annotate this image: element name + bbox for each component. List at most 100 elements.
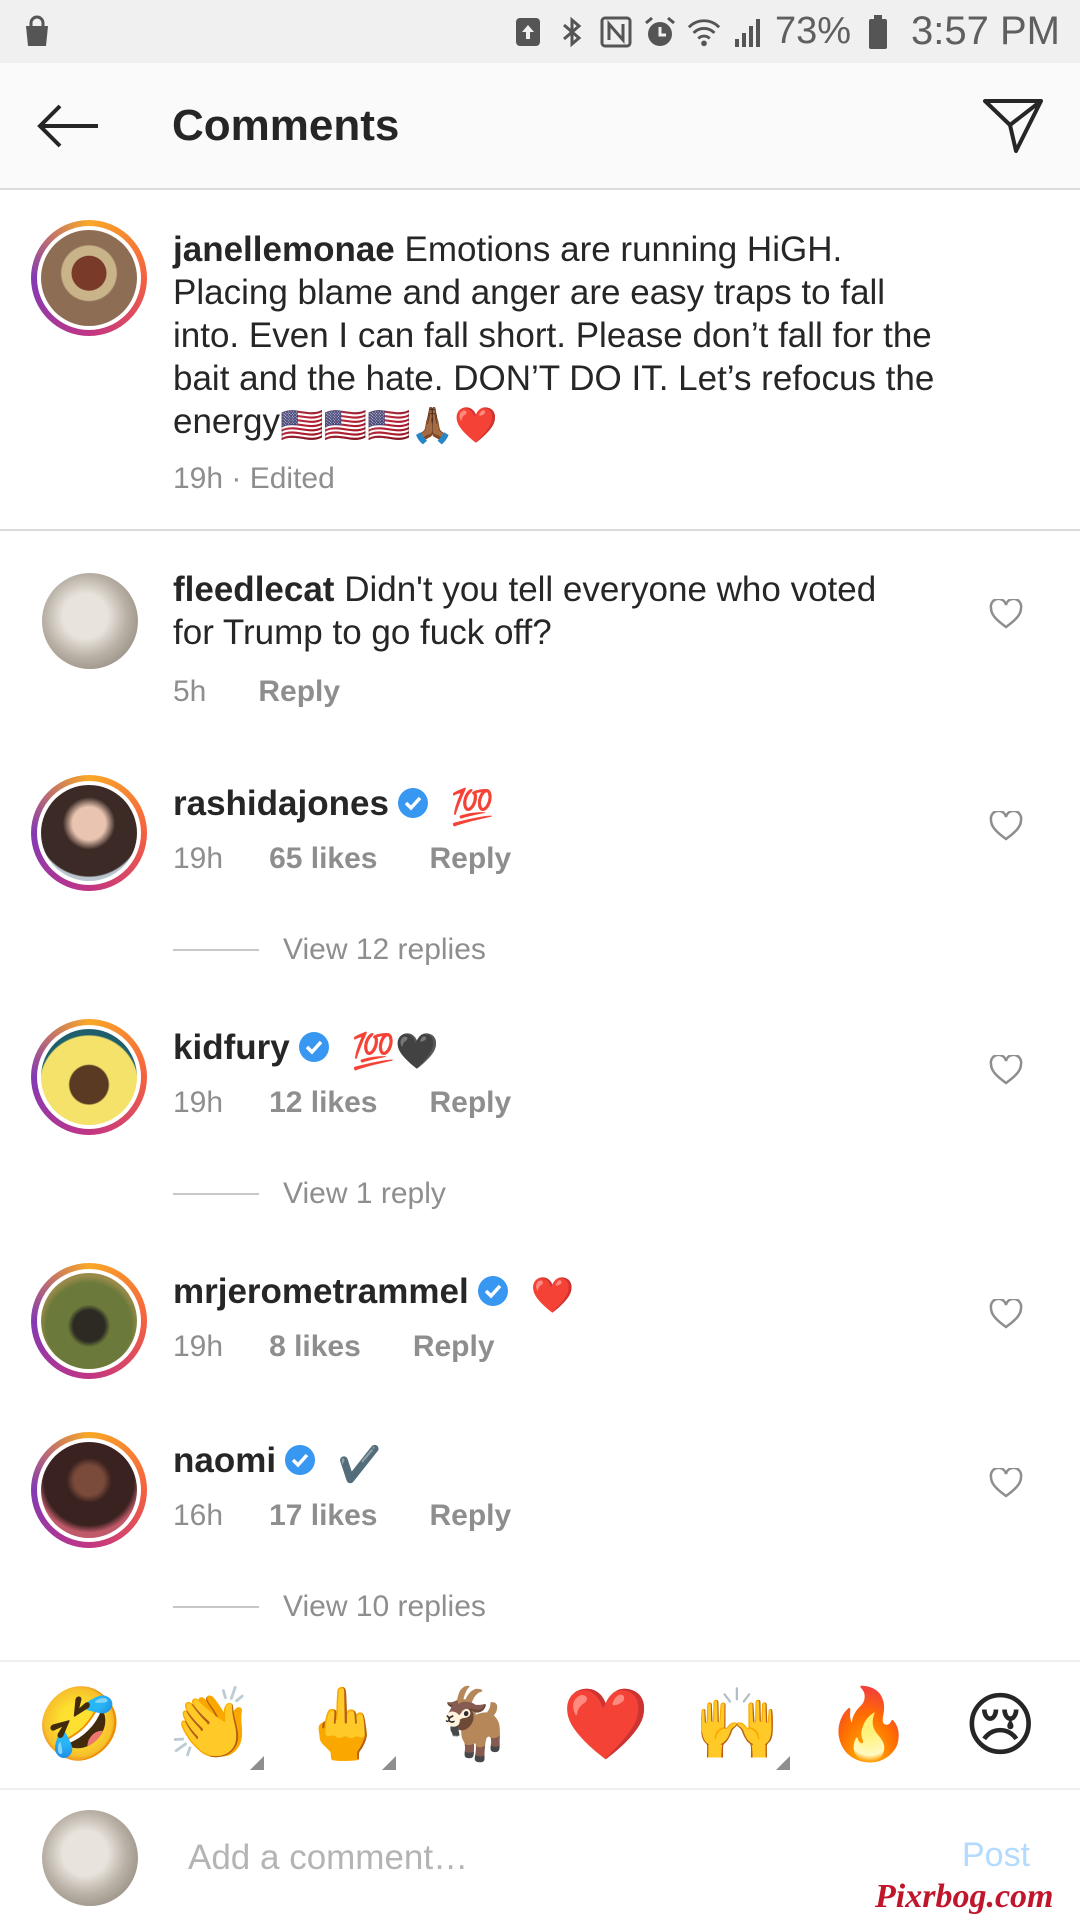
view-replies-button[interactable]: View 10 replies [173, 1590, 486, 1624]
comment-body: 💯🖤 [351, 1032, 439, 1071]
verified-badge-icon [477, 1276, 508, 1306]
comment-username[interactable]: kidfury [173, 1028, 290, 1067]
divider [173, 1606, 259, 1608]
comment-time: 19h [173, 1330, 224, 1363]
comment-body: Didn't you tell everyone who voted [344, 570, 877, 609]
emoji-clap-button[interactable]: 👏 [166, 1680, 265, 1770]
bluetooth-icon [555, 15, 589, 49]
emoji-rofl-button[interactable]: 🤣 [35, 1680, 125, 1770]
likes-count[interactable]: 65 likes [269, 842, 377, 876]
reply-button[interactable]: Reply [430, 1086, 512, 1120]
like-button[interactable] [986, 1050, 1026, 1090]
comment-meta: 5h Reply [173, 675, 340, 709]
skin-tone-indicator [381, 1756, 396, 1770]
comment-meta: 19h 8 likes Reply [173, 1330, 495, 1364]
comment-meta: 19h 65 likes Reply [173, 842, 511, 876]
like-button[interactable] [986, 1294, 1026, 1334]
comment-username[interactable]: fleedlecat [173, 570, 334, 609]
comment-text: fleedlecat Didn't you tell everyone who … [173, 568, 933, 654]
divider [173, 949, 259, 951]
comment-username[interactable]: rashidajones [173, 784, 389, 823]
back-button[interactable] [28, 96, 108, 156]
comment-body: for Trump to go fuck off? [173, 613, 552, 652]
reply-button[interactable]: Reply [258, 675, 340, 709]
like-button[interactable] [986, 1463, 1026, 1503]
reply-button[interactable]: Reply [430, 842, 512, 876]
like-button[interactable] [986, 594, 1026, 634]
heart-outline-icon [989, 811, 1023, 841]
comment-body: ✔️ [337, 1445, 382, 1484]
emoji-clap: 👏 [167, 1685, 255, 1763]
heart-outline-icon [989, 1055, 1023, 1085]
view-replies-label: View 1 reply [283, 1177, 446, 1210]
caption-line: bait and the hate. DON’T DO IT. Let’s re… [173, 359, 935, 398]
avatar[interactable] [31, 220, 147, 336]
emoji-crying-button[interactable]: 😢 [955, 1680, 1045, 1770]
emoji-raised-hands-button[interactable]: 🙌 [692, 1680, 791, 1770]
comment-meta: 19h 12 likes Reply [173, 1086, 511, 1120]
view-replies-button[interactable]: View 1 reply [173, 1177, 446, 1211]
comment-username[interactable]: naomi [173, 1441, 276, 1480]
likes-count[interactable]: 17 likes [269, 1499, 377, 1533]
likes-count[interactable]: 8 likes [269, 1330, 361, 1364]
nfc-icon [599, 15, 633, 49]
comment-username[interactable]: mrjerometrammel [173, 1272, 469, 1311]
caption-line: energy [173, 402, 281, 441]
reply-button[interactable]: Reply [430, 1499, 512, 1533]
avatar[interactable] [31, 775, 147, 891]
post-caption: janellemonae Emotions are running HiGH. … [0, 190, 1080, 531]
alarm-icon [643, 15, 677, 49]
comment-time: 5h [173, 675, 207, 708]
emoji-middle-finger-button[interactable]: 🖕 [298, 1680, 396, 1770]
view-replies-label: View 10 replies [283, 1590, 486, 1623]
skin-tone-indicator [250, 1756, 265, 1770]
comment-input[interactable] [188, 1826, 748, 1890]
verified-badge-icon [298, 1032, 329, 1062]
paper-plane-icon [983, 98, 1043, 153]
avatar[interactable] [31, 1019, 147, 1135]
comment-text: rashidajones 💯 [173, 782, 494, 829]
comment-text: mrjerometrammel ❤️ [173, 1270, 574, 1317]
upload-icon [511, 15, 545, 49]
shopping-bag-icon [20, 15, 54, 49]
view-replies-label: View 12 replies [283, 933, 486, 966]
battery-percent: 73% [774, 10, 852, 52]
reply-button[interactable]: Reply [413, 1330, 495, 1364]
post-button[interactable]: Post [962, 1836, 1030, 1875]
comments-header: Comments [0, 63, 1080, 190]
avatar[interactable] [42, 573, 138, 669]
emoji-bar: 🤣 👏 🖕 🐐 ❤️ 🙌 🔥 😢 [0, 1660, 1080, 1788]
comment-body: ❤️ [530, 1276, 575, 1315]
comment-body: 💯 [450, 788, 495, 827]
signal-icon [731, 15, 765, 49]
heart-outline-icon [989, 599, 1023, 629]
caption-meta: 19h · Edited [173, 462, 335, 495]
avatar[interactable] [31, 1432, 147, 1548]
caption-line: Emotions are running HiGH. [404, 230, 843, 269]
share-button[interactable] [976, 89, 1050, 163]
avatar [42, 1810, 138, 1906]
verified-badge-icon [285, 1445, 316, 1475]
page-title: Comments [172, 100, 400, 150]
emoji-heart-button[interactable]: ❤️ [561, 1680, 651, 1770]
emoji-goat-button[interactable]: 🐐 [429, 1680, 519, 1770]
like-button[interactable] [986, 806, 1026, 846]
emoji-fire-button[interactable]: 🔥 [824, 1680, 914, 1770]
view-replies-button[interactable]: View 12 replies [173, 933, 486, 967]
likes-count[interactable]: 12 likes [269, 1086, 377, 1120]
comment-meta: 16h 17 likes Reply [173, 1499, 511, 1533]
caption-username[interactable]: janellemonae [173, 230, 395, 269]
avatar[interactable] [31, 1263, 147, 1379]
verified-badge-icon [397, 788, 428, 818]
skin-tone-indicator [776, 1756, 791, 1770]
comment-text: kidfury 💯🖤 [173, 1026, 439, 1073]
status-bar: 73% 3:57 PM [0, 0, 1080, 63]
wifi-icon [687, 15, 721, 49]
comment-time: 19h [173, 1086, 224, 1119]
comment-text: naomi ✔️ [173, 1439, 381, 1486]
watermark: Pixrbog.com [875, 1878, 1054, 1915]
emoji-middle-finger: 🖕 [299, 1685, 387, 1763]
heart-outline-icon [989, 1468, 1023, 1498]
caption-line: Placing blame and anger are easy traps t… [173, 273, 886, 312]
comment-time: 16h [173, 1499, 224, 1532]
